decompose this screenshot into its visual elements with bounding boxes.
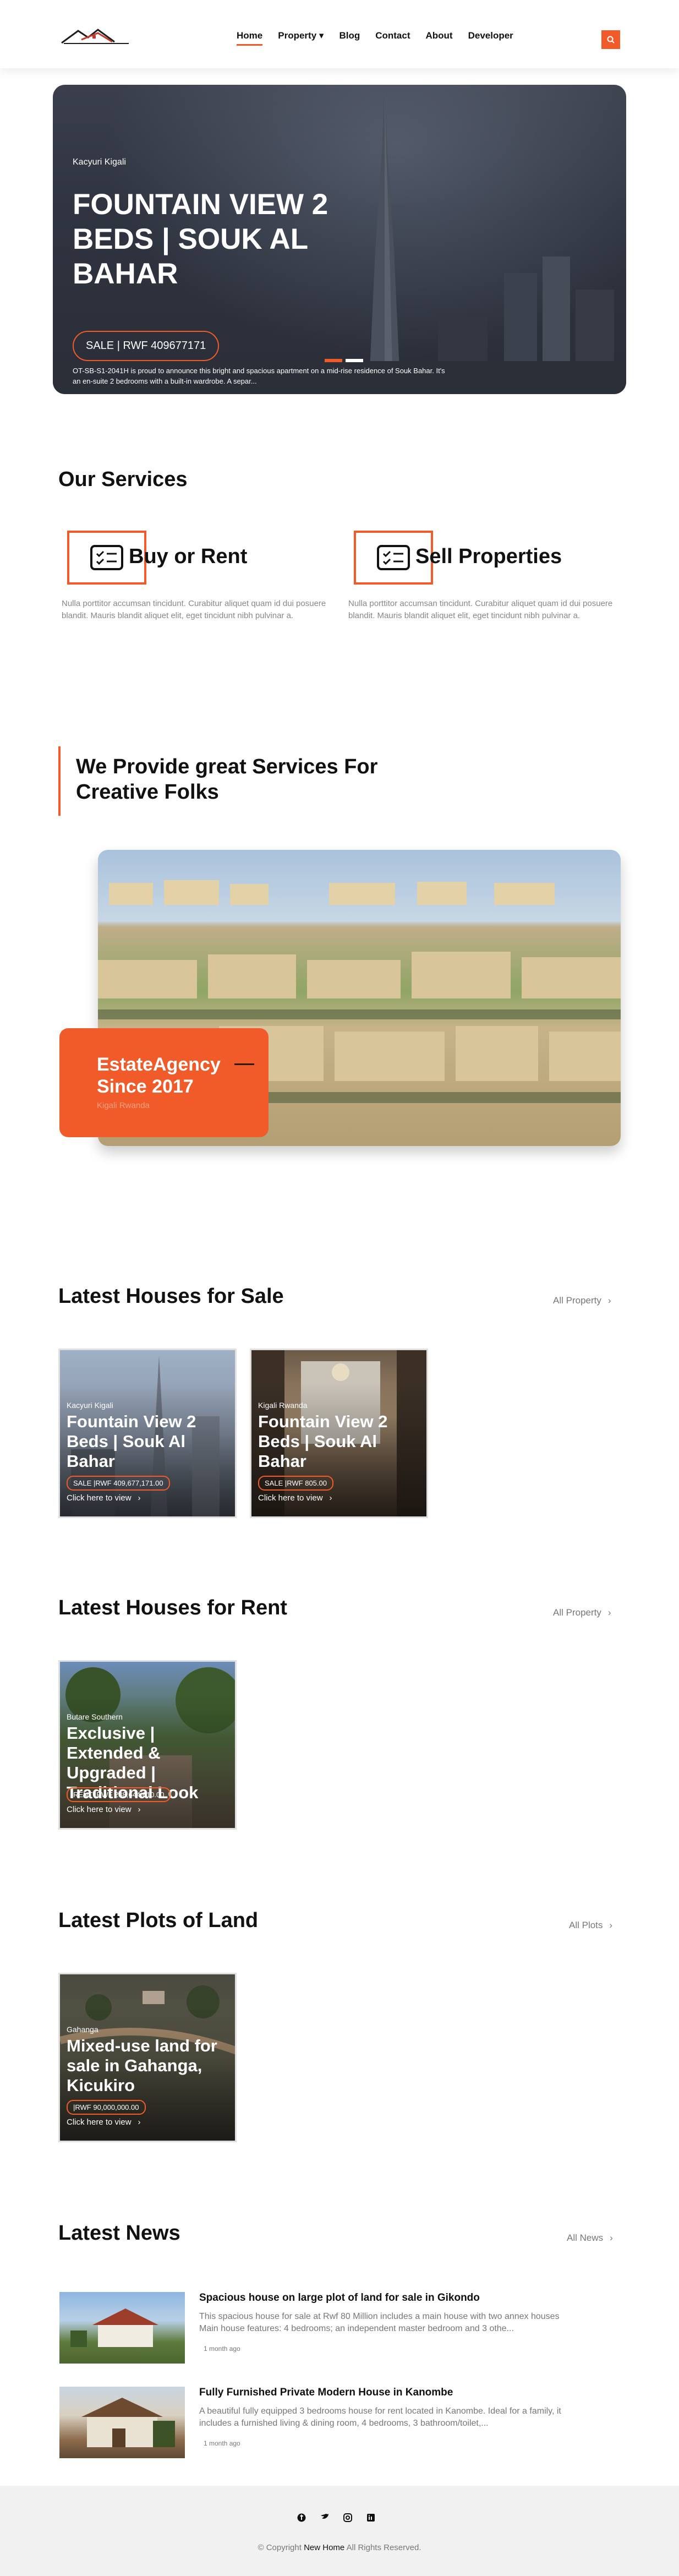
social-links <box>297 2513 375 2522</box>
nav-about[interactable]: About <box>426 30 453 41</box>
chevron-right-icon: › <box>607 1295 611 1306</box>
slider-dot-2[interactable] <box>346 359 363 362</box>
nav-blog[interactable]: Blog <box>339 30 360 41</box>
chevron-right-icon: › <box>138 1493 141 1503</box>
caret-down-icon: ▾ <box>319 30 324 41</box>
all-news-label: All News <box>567 2233 604 2243</box>
card-view-label: Click here to view <box>258 1493 323 1503</box>
news-thumbnail <box>59 2292 185 2364</box>
nav-home[interactable]: Home <box>237 30 263 46</box>
news-excerpt: This spacious house for sale at Rwf 80 M… <box>199 2312 560 2333</box>
sale-card[interactable]: Kacyuri Kigali Fountain View 2 Beds | So… <box>58 1349 237 1518</box>
linkedin-icon[interactable] <box>366 2513 375 2522</box>
rent-heading: Latest Houses for Rent <box>58 1596 287 1619</box>
news-time: 1 month ago <box>204 2345 240 2353</box>
site-footer: © Copyright New Home All Rights Reserved… <box>0 2486 679 2576</box>
hero-title: FOUNTAIN VIEW 2 BEDS | SOUK AL BAHAR <box>73 188 328 290</box>
chevron-right-icon: › <box>138 2117 141 2127</box>
news-title[interactable]: Spacious house on large plot of land for… <box>199 2292 480 2304</box>
card-price: SALE |RWF 805.00 <box>258 1476 333 1491</box>
house-illustration <box>81 2398 175 2447</box>
news-item[interactable]: Fully Furnished Private Modern House in … <box>59 2387 561 2464</box>
nav-property[interactable]: Property ▾ <box>278 30 324 41</box>
all-property-label: All Property <box>553 1295 601 1306</box>
news-heading: Latest News <box>58 2222 180 2245</box>
service-title: Buy or Rent <box>129 545 248 568</box>
estate-card-location: Kigali Rwanda <box>97 1101 150 1110</box>
all-plots-label: All Plots <box>569 1920 603 1930</box>
copyright-brand[interactable]: New Home <box>304 2543 344 2552</box>
slider-dots <box>325 359 363 362</box>
plot-card[interactable]: Gahanga Mixed-use land for sale in Gahan… <box>58 1973 237 2142</box>
chevron-right-icon: › <box>610 2233 613 2243</box>
checklist-icon <box>90 545 123 570</box>
site-header: Home Property ▾ Blog Contact About Devel… <box>0 0 679 68</box>
all-news-link[interactable]: All News › <box>567 2233 613 2244</box>
main-nav: Home Property ▾ Blog Contact About Devel… <box>237 30 513 46</box>
estate-card-divider <box>234 1063 254 1065</box>
instagram-icon[interactable] <box>343 2513 352 2522</box>
card-title: Fountain View 2 Beds | Souk Al Bahar <box>67 1412 196 1471</box>
all-plots-link[interactable]: All Plots › <box>569 1920 612 1931</box>
news-title[interactable]: Fully Furnished Private Modern House in … <box>199 2387 453 2399</box>
provide-heading: We Provide great Services For Creative F… <box>76 755 378 804</box>
card-view-link[interactable]: Click here to view › <box>67 2117 141 2127</box>
card-view-label: Click here to view <box>67 2117 132 2127</box>
card-title: Mixed-use land for sale in Gahanga, Kicu… <box>67 2036 217 2095</box>
twitter-icon[interactable] <box>320 2513 329 2522</box>
all-property-link[interactable]: All Property › <box>553 1295 611 1306</box>
service-title: Sell Properties <box>415 545 562 568</box>
card-view-link[interactable]: Click here to view › <box>67 1493 141 1503</box>
hero-price-badge[interactable]: SALE | RWF 409677171 <box>73 331 220 361</box>
card-view-label: Click here to view <box>67 1805 132 1814</box>
card-location: Kigali Rwanda <box>258 1401 308 1410</box>
services-heading: Our Services <box>58 468 188 491</box>
estate-card-title: EstateAgency Since 2017 <box>97 1054 221 1097</box>
card-view-link[interactable]: Click here to view › <box>67 1805 141 1814</box>
search-button[interactable] <box>601 30 620 49</box>
card-price: SALE |RWF 409,677,171.00 <box>67 1476 170 1491</box>
hero-location: Kacyuri Kigali <box>73 157 126 167</box>
all-property-label: All Property <box>553 1607 601 1618</box>
news-thumbnail <box>59 2387 185 2458</box>
estate-agency-card: EstateAgency Since 2017 Kigali Rwanda <box>59 1028 269 1137</box>
card-location: Kacyuri Kigali <box>67 1401 113 1410</box>
copyright: © Copyright New Home All Rights Reserved… <box>0 2543 679 2552</box>
nav-contact[interactable]: Contact <box>375 30 410 41</box>
nav-property-label: Property <box>278 30 317 41</box>
copyright-prefix: © Copyright <box>258 2543 302 2552</box>
hero-description: OT-SB-S1-2041H is proud to announce this… <box>73 367 445 385</box>
card-price: |RWF 90,000,000.00 <box>67 2100 146 2115</box>
news-item[interactable]: Spacious house on large plot of land for… <box>59 2292 560 2369</box>
chevron-right-icon: › <box>329 1493 332 1503</box>
sale-heading: Latest Houses for Sale <box>58 1285 284 1308</box>
card-location: Gahanga <box>67 2025 98 2034</box>
accent-bar <box>58 746 61 816</box>
card-title: Fountain View 2 Beds | Souk Al Bahar <box>258 1412 388 1471</box>
card-view-link[interactable]: Click here to view › <box>258 1493 332 1503</box>
copyright-suffix: All Rights Reserved. <box>346 2543 421 2552</box>
sale-card[interactable]: Kigali Rwanda Fountain View 2 Beds | Sou… <box>250 1349 428 1518</box>
card-location: Butare Southern <box>67 1712 123 1721</box>
rent-card[interactable]: Butare Southern Exclusive | Extended & U… <box>58 1660 237 1830</box>
hero-slider[interactable]: Kacyuri Kigali FOUNTAIN VIEW 2 BEDS | SO… <box>53 85 626 394</box>
facebook-icon[interactable] <box>297 2513 306 2522</box>
news-excerpt: A beautiful fully equipped 3 bedrooms ho… <box>199 2406 561 2428</box>
house-illustration <box>70 2308 158 2347</box>
news-time: 1 month ago <box>204 2439 240 2447</box>
service-description: Nulla porttitor accumsan tincidunt. Cura… <box>62 599 326 620</box>
chevron-right-icon: › <box>609 1920 613 1930</box>
all-property-link[interactable]: All Property › <box>553 1607 611 1618</box>
search-icon <box>607 36 615 43</box>
card-price: RENT |RWF 238,644,610.00 <box>67 1787 171 1802</box>
service-description: Nulla porttitor accumsan tincidunt. Cura… <box>348 599 613 620</box>
nav-developer[interactable]: Developer <box>468 30 513 41</box>
slider-dot-1[interactable] <box>325 359 342 362</box>
checklist-icon <box>377 545 410 570</box>
home-logo-icon[interactable] <box>59 26 133 45</box>
plots-heading: Latest Plots of Land <box>58 1909 259 1932</box>
chevron-right-icon: › <box>607 1607 611 1618</box>
card-view-label: Click here to view <box>67 1493 132 1503</box>
chevron-right-icon: › <box>138 1805 141 1814</box>
